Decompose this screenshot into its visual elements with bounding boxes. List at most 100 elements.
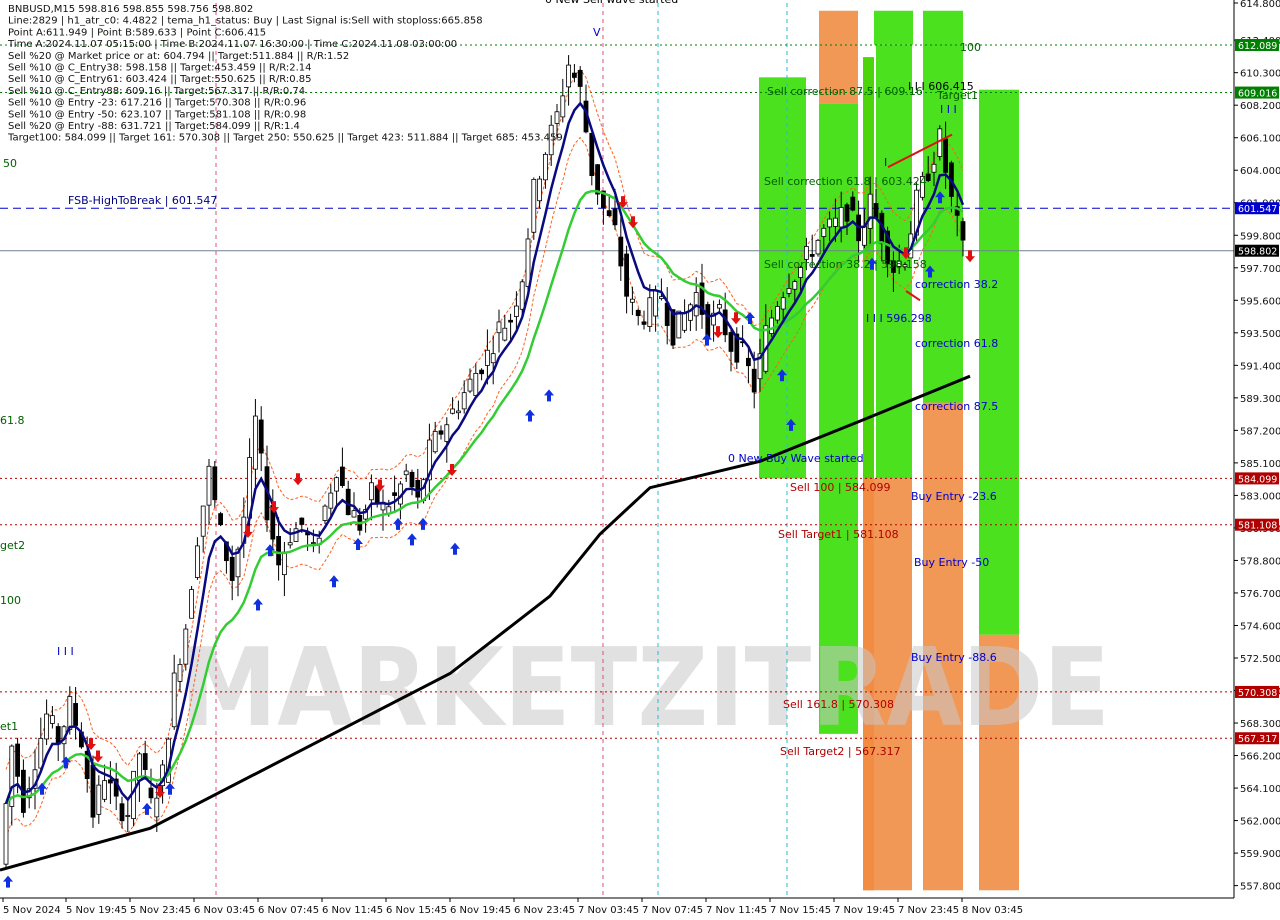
price-tick-label: 562.000 (1240, 817, 1280, 828)
candle-bull (3, 803, 9, 865)
candle-bear (276, 535, 282, 566)
time-tick-label: 6 Nov 07:45 (258, 905, 319, 916)
price-tick-label: 557.800 (1240, 882, 1280, 893)
candle-bull (630, 298, 635, 303)
candle-bear (15, 743, 21, 777)
price-tick-label: 566.200 (1240, 752, 1280, 763)
candle-bear (746, 357, 751, 367)
price-tag-label: 570.308 (1238, 688, 1277, 699)
candle-bull (490, 353, 496, 364)
annotation-text: Sell 100 | 584.099 (790, 481, 891, 494)
candle-bull (496, 321, 502, 334)
candle-bear (589, 132, 595, 176)
price-tick-label: 604.000 (1240, 166, 1280, 177)
candle-bear (850, 196, 856, 211)
candle-bull (531, 178, 537, 233)
candle-bull (537, 178, 542, 202)
candle-bull (403, 470, 409, 476)
price-tick-label: 568.300 (1240, 719, 1280, 730)
price-chart[interactable]: MARKETZITRADE FSB-HighToBreak | 601.547 S… (0, 0, 1280, 920)
candle-bull (519, 281, 525, 310)
candle-bull (177, 664, 183, 682)
candle-bull (780, 297, 786, 310)
candle-bear (624, 253, 629, 297)
annotation-text: correction 87.5 (915, 400, 998, 413)
time-tick-label: 8 Nov 03:45 (962, 905, 1023, 916)
watermark-text: MARKETZITRADE (180, 626, 1110, 751)
candle-bull (775, 306, 780, 321)
candle-bull (328, 492, 334, 509)
annotation-text: FSB-HighToBreak | 601.547 (68, 194, 217, 207)
candle-bear (392, 492, 398, 496)
time-tick-label: 5 Nov 19:45 (66, 905, 127, 916)
price-tick-label: 564.100 (1240, 784, 1280, 795)
info-line: Sell %10 @ Entry -50: 623.107 || Target:… (8, 109, 306, 120)
annotation-text: Sell correction 61.8 | 603.424 (764, 175, 927, 188)
candle-bear (90, 764, 96, 818)
price-tag-label: 609.016 (1238, 89, 1277, 100)
annotation-text: Sell Target2 | 567.317 (780, 745, 901, 758)
price-tick-label: 572.500 (1240, 654, 1280, 665)
candle-bull (769, 317, 774, 334)
candle-bull (50, 715, 55, 724)
annotation-text: I I I (57, 645, 74, 658)
candle-bull (183, 628, 189, 665)
candle-bear (844, 204, 850, 222)
annotation-text: et1 (0, 720, 18, 733)
candle-bull (786, 288, 792, 294)
candle-bull (792, 281, 798, 290)
candle-bull (206, 465, 212, 506)
annotation-text: correction 61.8 (915, 337, 998, 350)
annotation-text: V (593, 26, 601, 39)
candle-bull (717, 304, 722, 309)
time-tick-label: 6 Nov 11:45 (322, 905, 383, 916)
candle-bull (67, 696, 73, 730)
fibo-zone-rect (874, 10, 913, 45)
info-line: Sell %10 @ Entry -23: 617.216 || Target:… (8, 98, 306, 109)
candle-bull (543, 153, 548, 181)
price-tick-label: 587.200 (1240, 426, 1280, 437)
price-tick-label: 608.200 (1240, 101, 1280, 112)
candle-bull (833, 217, 838, 227)
candle-bull (154, 797, 160, 818)
candle-bull (461, 392, 467, 410)
price-tick-label: 559.900 (1240, 849, 1280, 860)
candle-bull (96, 784, 102, 815)
price-tick-label: 599.800 (1240, 231, 1280, 242)
price-tick-label: 597.700 (1240, 264, 1280, 275)
price-tick-label: 614.800 (1240, 0, 1280, 10)
candle-bear (409, 471, 415, 488)
info-line: Line:2829 | h1_atr_c0: 4.4822 | tema_h1_… (8, 16, 483, 27)
candle-bull (194, 545, 200, 578)
candle-bear (73, 703, 78, 726)
candle-bear (618, 236, 624, 267)
candle-bear (508, 319, 514, 323)
candle-bear (960, 221, 966, 241)
info-line: Point A:611.949 | Point B:589.633 | Poin… (8, 27, 266, 38)
candle-bull (125, 815, 131, 817)
time-tick-label: 7 Nov 07:45 (642, 905, 703, 916)
annotation-text: Buy Entry -50 (914, 556, 989, 569)
info-line: Sell %10 @ C_Entry61: 603.424 || Target:… (8, 74, 311, 85)
candle-bear (119, 803, 125, 822)
candle-bear (258, 419, 264, 454)
time-tick-label: 5 Nov 2024 (3, 905, 61, 916)
time-tick-label: 7 Nov 11:45 (706, 905, 767, 916)
price-tag-label: 584.099 (1238, 474, 1277, 485)
annotation-text: I I I 596.298 (866, 312, 932, 325)
candle-bull (450, 408, 456, 414)
price-tick-label: 589.300 (1240, 394, 1280, 405)
candle-bull (514, 305, 519, 317)
candle-bull (252, 415, 258, 470)
annotation-text: Sell Target1 | 581.108 (778, 528, 899, 541)
candle-bull (653, 290, 658, 317)
annotation-text: 0 New Sell wave started (545, 0, 678, 6)
candle-bull (827, 218, 832, 228)
candle-bull (171, 672, 177, 728)
candle-bear (218, 513, 224, 526)
candle-bull (455, 410, 461, 414)
annotation-text: 0 New Buy Wave started (728, 452, 864, 465)
annotation-text: 100 (960, 41, 981, 54)
price-tag-label: 598.802 (1238, 247, 1277, 258)
candle-bull (676, 310, 682, 339)
